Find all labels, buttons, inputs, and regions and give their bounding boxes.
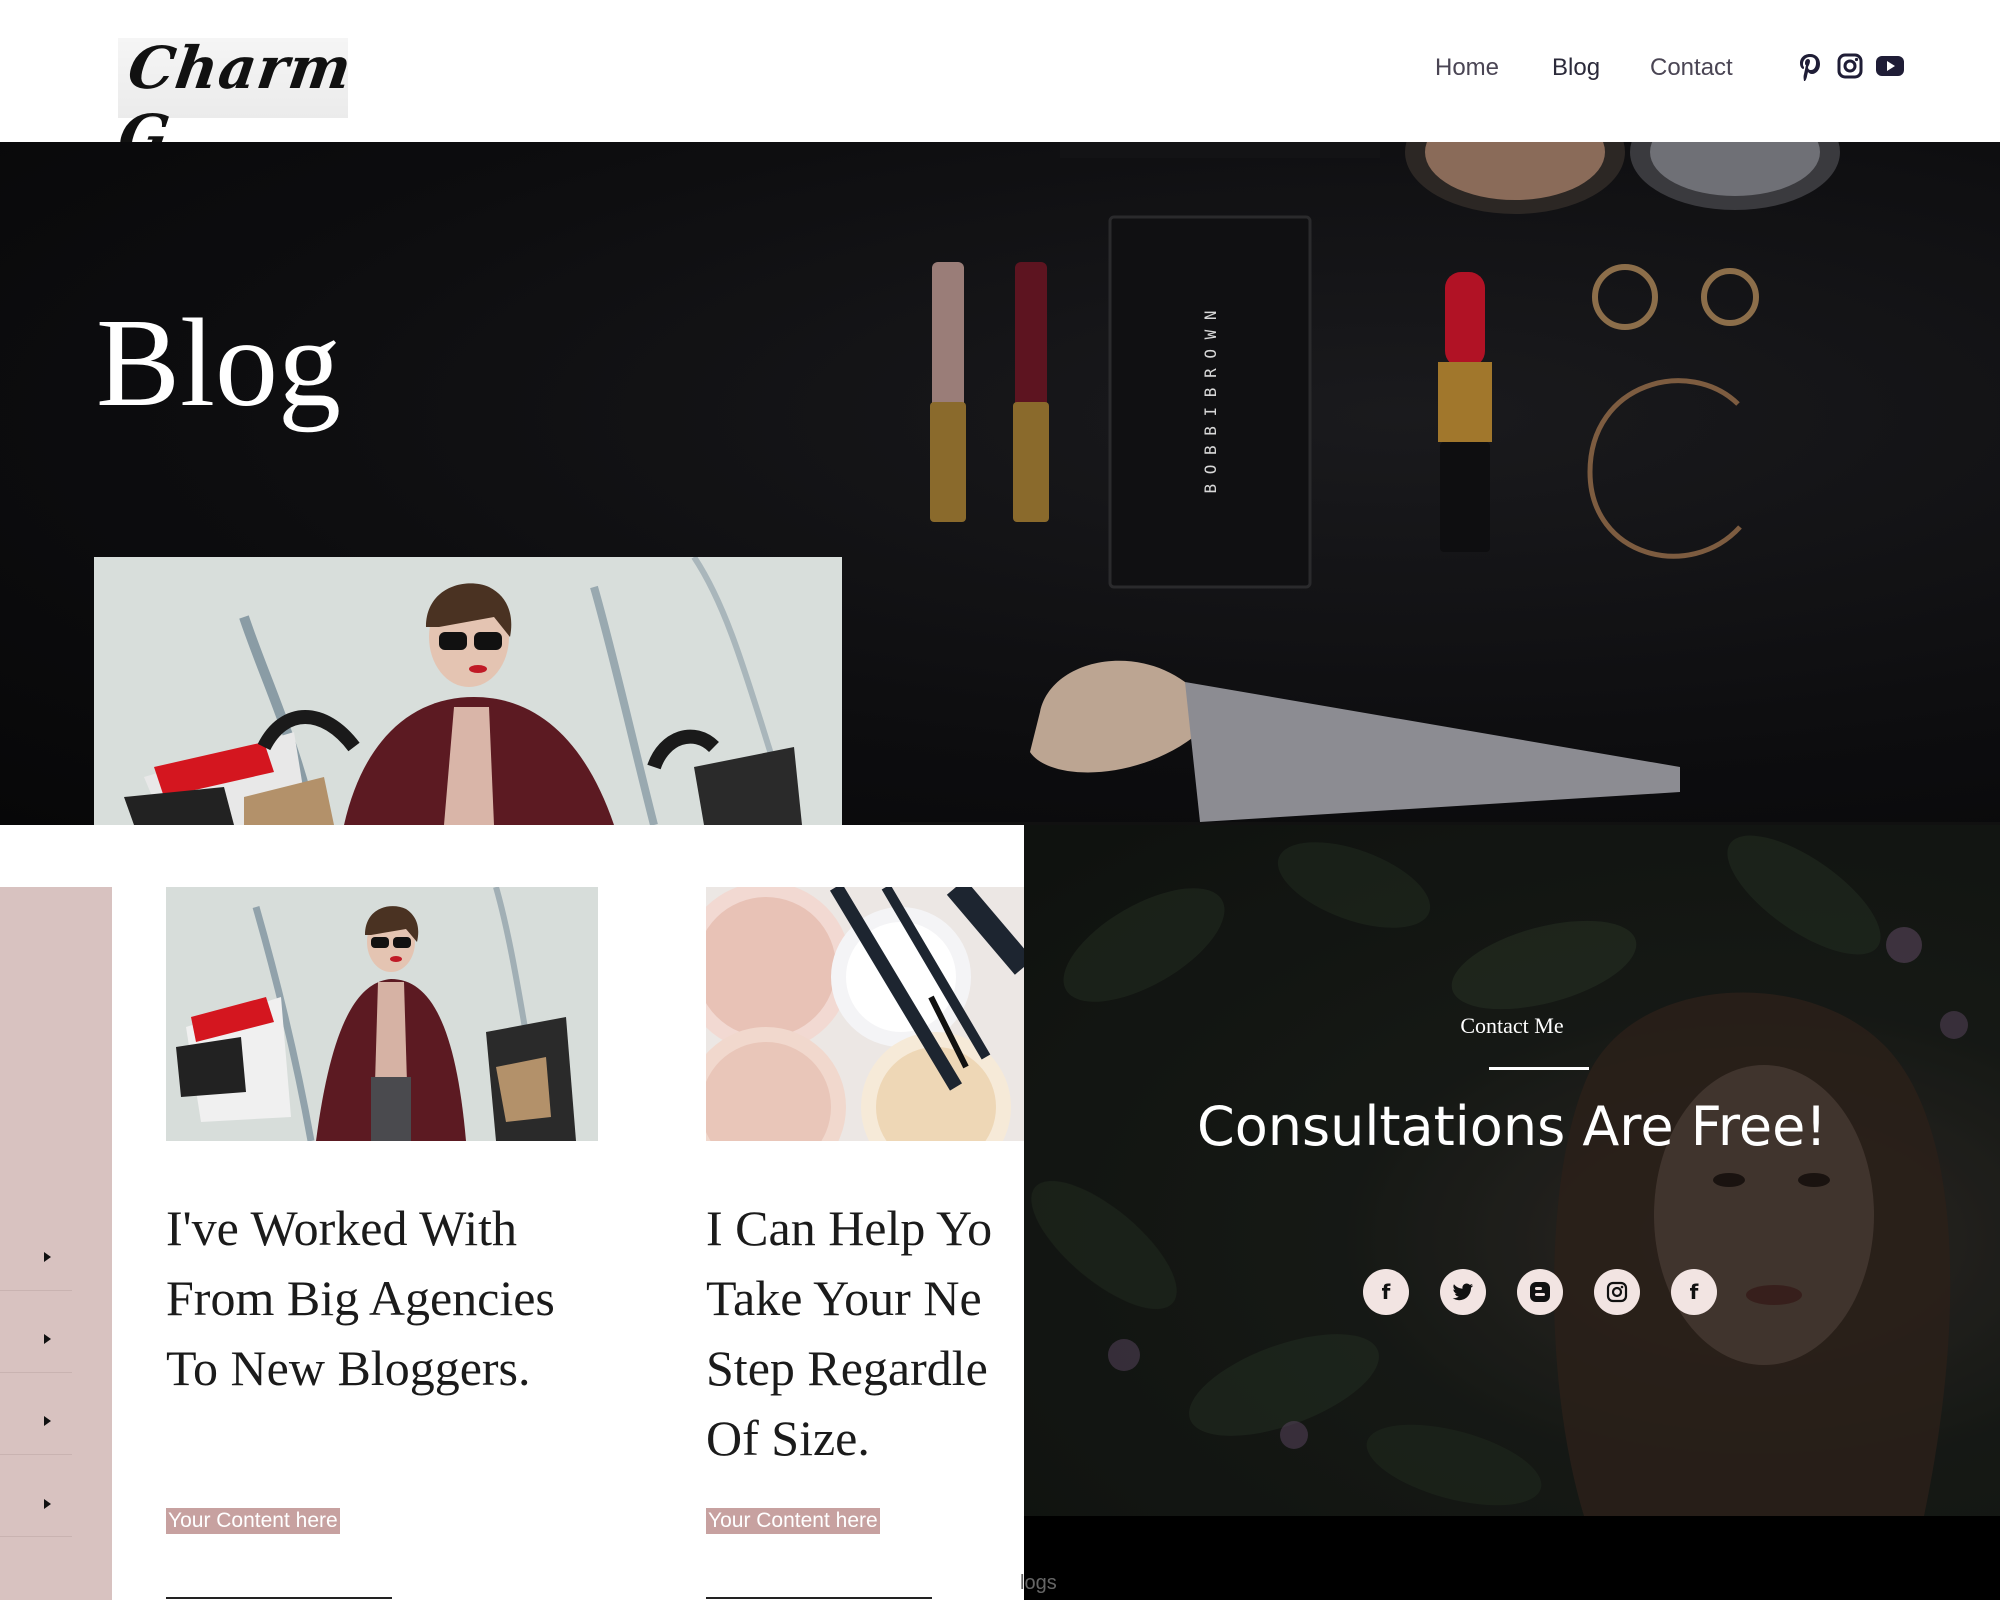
blog-card-image[interactable] (166, 887, 598, 1141)
divider (0, 1290, 72, 1291)
blog-card-title[interactable]: I've Worked With From Big Agencies To Ne… (166, 1193, 606, 1403)
site-logo[interactable]: Charm G. (114, 34, 356, 170)
facebook-icon[interactable]: f (1671, 1269, 1717, 1315)
blogger-icon[interactable] (1517, 1269, 1563, 1315)
chevron-right-icon[interactable] (44, 1499, 51, 1509)
nav-blog[interactable]: Blog (1552, 54, 1600, 82)
divider (1489, 1067, 1589, 1070)
chevron-right-icon[interactable] (44, 1416, 51, 1426)
pinterest-icon[interactable] (1797, 52, 1823, 82)
blog-card-link[interactable]: Your Content here (706, 1508, 880, 1534)
contact-eyebrow: Contact Me (1460, 1013, 1564, 1038)
divider (706, 1597, 932, 1599)
footer-text: logs (1020, 1572, 1057, 1594)
youtube-icon[interactable] (1875, 55, 1905, 77)
chevron-right-icon[interactable] (44, 1252, 51, 1262)
category-sidebar (0, 887, 112, 1600)
divider (0, 1536, 72, 1537)
contact-section: Contact Me Consultations Are Free! f f (1024, 825, 2000, 1516)
divider (0, 1454, 72, 1455)
blog-card-image[interactable] (706, 887, 1024, 1141)
nav-home[interactable]: Home (1435, 54, 1499, 82)
chevron-right-icon[interactable] (44, 1334, 51, 1344)
featured-image[interactable] (94, 557, 842, 825)
hero-banner: B O B B I B R O W N Blog (0, 142, 2000, 825)
divider (0, 1372, 72, 1373)
blog-card-title[interactable]: I Can Help Yo Take Your Ne Step Regardle… (706, 1193, 1024, 1473)
footer-bar (1024, 1516, 2000, 1600)
makeup-powder-photo (706, 887, 1024, 1141)
cosmetics-background-image: B O B B I B R O W N (900, 142, 2000, 825)
contact-heading: Consultations Are Free! (1197, 1095, 1827, 1158)
blog-card-link[interactable]: Your Content here (166, 1508, 340, 1534)
page-title: Blog (96, 294, 342, 433)
divider (166, 1597, 392, 1599)
woman-with-leaves-background (1024, 825, 2000, 1516)
instagram-icon[interactable] (1594, 1269, 1640, 1315)
site-header: Charm G. Home Blog Contact (0, 0, 2000, 170)
nav-contact[interactable]: Contact (1650, 54, 1733, 82)
shopping-woman-photo (94, 557, 842, 825)
svg-text:B O B B I B R O W N: B O B B I B R O W N (1201, 310, 1220, 493)
twitter-icon[interactable] (1440, 1269, 1486, 1315)
instagram-icon[interactable] (1837, 53, 1863, 79)
shopping-woman-photo (166, 887, 598, 1141)
facebook-icon[interactable]: f (1363, 1269, 1409, 1315)
